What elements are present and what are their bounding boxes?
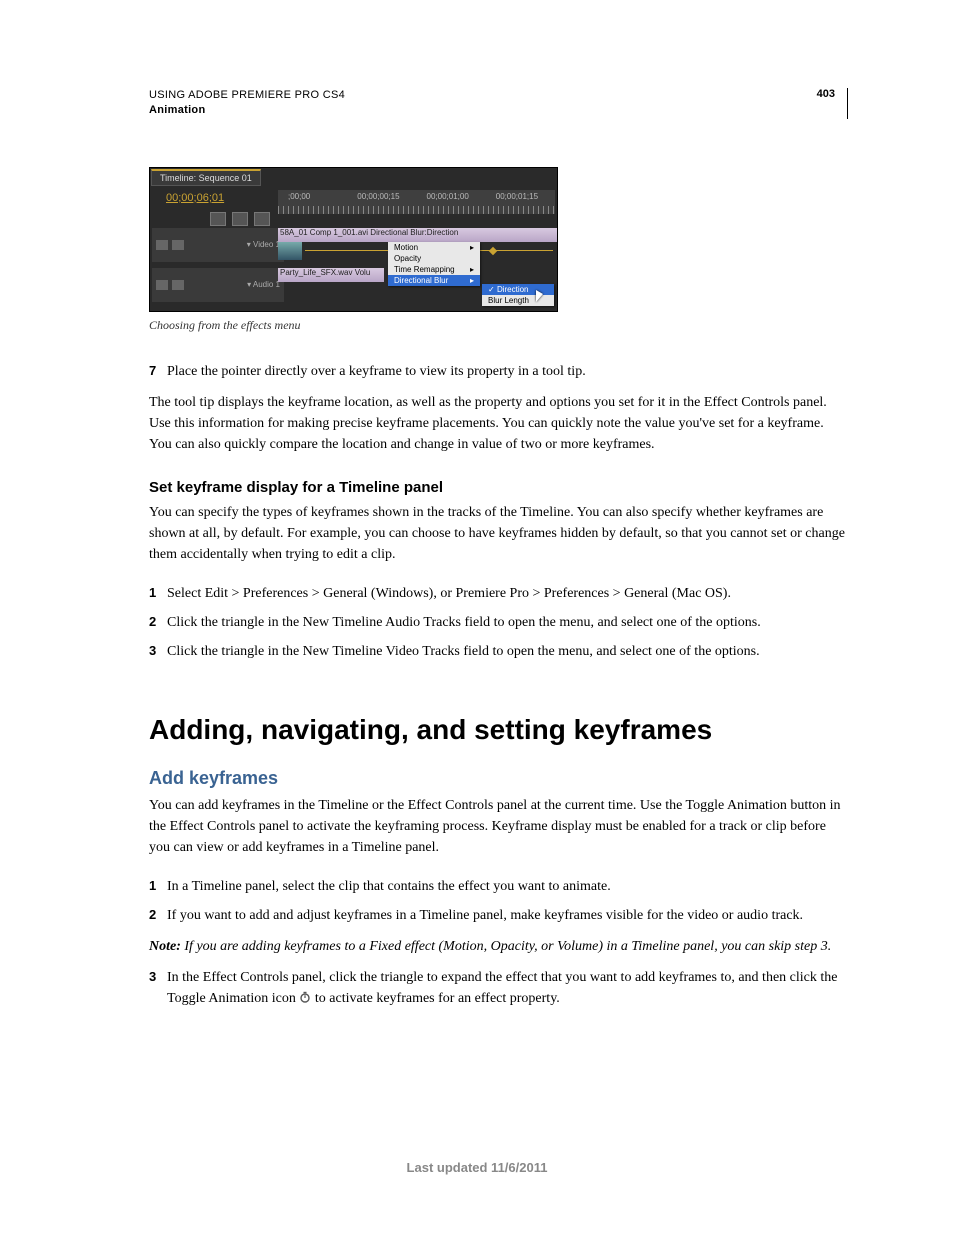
video-track-header: ▾ Video 1 xyxy=(152,228,284,262)
step-2: 2 Click the triangle in the New Timeline… xyxy=(149,612,848,633)
audio-track-header: ▾ Audio 1 xyxy=(152,268,284,302)
marker-icon xyxy=(232,212,248,226)
current-timecode: 00;00;06;01 xyxy=(166,192,224,204)
subheading-set-keyframe-display: Set keyframe display for a Timeline pane… xyxy=(149,479,848,496)
eye-icon xyxy=(156,240,168,250)
timeline-tab: Timeline: Sequence 01 xyxy=(151,169,261,186)
lock-icon xyxy=(172,280,184,290)
timeline-tool-icons xyxy=(210,212,270,226)
cursor-icon xyxy=(536,290,546,302)
figure-effects-menu: Timeline: Sequence 01 00;00;06;01 ;00;00… xyxy=(149,167,848,312)
step-3: 3 In the Effect Controls panel, click th… xyxy=(149,967,848,1009)
body-paragraph: The tool tip displays the keyframe locat… xyxy=(149,392,848,455)
page-header: USING ADOBE PREMIERE PRO CS4 Animation 4… xyxy=(149,88,848,119)
snap-icon xyxy=(210,212,226,226)
menu-item-highlighted: Directional Blur▸ xyxy=(388,275,480,286)
speaker-icon xyxy=(156,280,168,290)
figure-caption: Choosing from the effects menu xyxy=(149,318,848,333)
audio-clip: Party_Life_SFX.wav Volu xyxy=(278,268,384,282)
footer-last-updated: Last updated 11/6/2011 xyxy=(0,1160,954,1175)
page-number: 403 xyxy=(805,88,835,100)
video-clip: 58A_01 Comp 1_001.avi Directional Blur:D… xyxy=(278,228,558,242)
effects-context-menu: Motion▸ Opacity Time Remapping▸ Directio… xyxy=(388,242,480,286)
note-body: If you are adding keyframes to a Fixed e… xyxy=(184,939,831,954)
step-2: 2 If you want to add and adjust keyframe… xyxy=(149,905,848,926)
menu-item: Motion▸ xyxy=(388,242,480,253)
step-3: 3 Click the triangle in the New Timeline… xyxy=(149,641,848,662)
note: Note: If you are adding keyframes to a F… xyxy=(149,936,848,957)
heading-adding-navigating: Adding, navigating, and setting keyframe… xyxy=(149,714,848,746)
heading-add-keyframes: Add keyframes xyxy=(149,768,848,789)
time-ruler: ;00;00 00;00;00;15 00;00;01;00 00;00;01;… xyxy=(278,190,555,214)
menu-item: Opacity xyxy=(388,253,480,264)
body-paragraph: You can specify the types of keyframes s… xyxy=(149,502,848,565)
step-7: 7 Place the pointer directly over a keyf… xyxy=(149,361,848,382)
note-label: Note: xyxy=(149,939,184,954)
body-paragraph: You can add keyframes in the Timeline or… xyxy=(149,795,848,858)
lock-icon xyxy=(172,240,184,250)
step-1: 1 Select Edit > Preferences > General (W… xyxy=(149,583,848,604)
section-name: Animation xyxy=(149,103,805,118)
menu-item: Time Remapping▸ xyxy=(388,264,480,275)
zoom-icon xyxy=(254,212,270,226)
keyframe-dot xyxy=(489,247,497,255)
clip-thumbnail xyxy=(278,242,302,260)
doc-title: USING ADOBE PREMIERE PRO CS4 xyxy=(149,88,805,103)
step-1: 1 In a Timeline panel, select the clip t… xyxy=(149,876,848,897)
timeline-screenshot: Timeline: Sequence 01 00;00;06;01 ;00;00… xyxy=(149,167,558,312)
toggle-animation-icon xyxy=(299,989,311,1001)
